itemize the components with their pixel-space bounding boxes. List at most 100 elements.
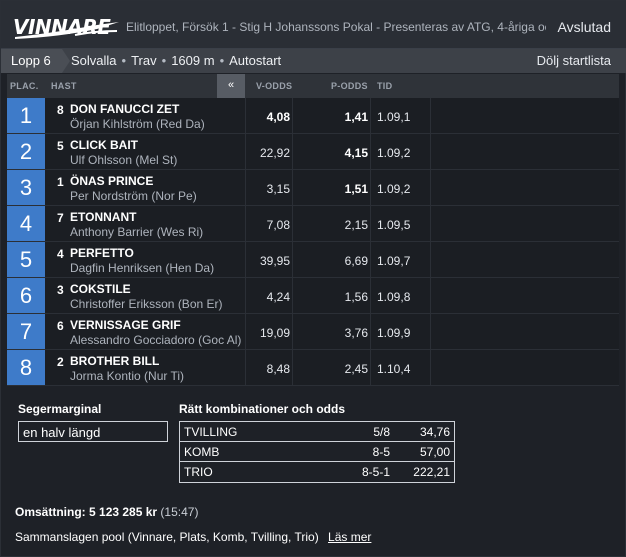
turnover-amount: 5 123 285 kr bbox=[89, 505, 158, 519]
bet-type: TRIO bbox=[184, 465, 213, 479]
separator: • bbox=[219, 53, 225, 68]
logo-swoosh-icon bbox=[15, 22, 119, 39]
horse-name: BROTHER BILL bbox=[70, 354, 160, 368]
p-odds: 1,56 bbox=[292, 278, 370, 313]
col-podds: P-ODDS bbox=[331, 81, 368, 91]
col-tid: TID bbox=[377, 81, 393, 91]
v-odds: 19,09 bbox=[245, 314, 292, 349]
collapse-button[interactable]: « bbox=[217, 74, 245, 98]
p-odds: 1,51 bbox=[292, 170, 370, 205]
results-window: VINNARE Elitloppet, Försök 1 - Stig H Jo… bbox=[0, 0, 626, 557]
table-row[interactable]: 8 2 BROTHER BILL Jorma Kontio (Nur Ti) 8… bbox=[7, 350, 619, 386]
start-number: 8 bbox=[57, 103, 64, 117]
v-odds: 4,08 bbox=[245, 98, 292, 133]
horse-name: CLICK BAIT bbox=[70, 138, 138, 152]
place-badge: 2 bbox=[7, 134, 45, 169]
driver-name: Jorma Kontio (Nur Ti) bbox=[70, 369, 185, 383]
driver-name: Ulf Ohlsson (Mel St) bbox=[70, 153, 178, 167]
bet-type: KOMB bbox=[184, 445, 220, 459]
start-number: 1 bbox=[57, 175, 64, 189]
winning-margin-label: Segermarginal bbox=[18, 402, 102, 416]
place-badge: 3 bbox=[7, 170, 45, 205]
p-odds: 3,76 bbox=[292, 314, 370, 349]
bet-odds: 222,21 bbox=[413, 465, 450, 479]
col-vodds: V-ODDS bbox=[256, 81, 293, 91]
results-summary-panel: Segermarginal en halv längd Rätt kombina… bbox=[7, 388, 619, 488]
driver-name: Christoffer Eriksson (Bon Er) bbox=[70, 297, 223, 311]
start-method: Autostart bbox=[229, 53, 282, 68]
winning-margin-value: en halv längd bbox=[18, 421, 168, 442]
col-plac: PLAC. bbox=[10, 81, 39, 91]
v-odds: 3,15 bbox=[245, 170, 292, 205]
v-odds: 8,48 bbox=[245, 350, 292, 385]
separator: • bbox=[121, 53, 127, 68]
results-header: VINNARE Elitloppet, Försök 1 - Stig H Jo… bbox=[1, 1, 626, 49]
start-number: 2 bbox=[57, 355, 64, 369]
p-odds: 2,15 bbox=[292, 206, 370, 241]
turnover-label: Omsättning: bbox=[15, 505, 86, 519]
bet-type: TVILLING bbox=[184, 425, 238, 439]
race-time: 1.09,2 bbox=[370, 170, 430, 205]
start-number: 4 bbox=[57, 247, 64, 261]
horse-name: VERNISSAGE GRIF bbox=[70, 318, 181, 332]
driver-name: Örjan Kihlström (Red Da) bbox=[70, 117, 205, 131]
table-row[interactable]: 1 8 DON FANUCCI ZET Örjan Kihlström (Red… bbox=[7, 98, 619, 134]
race-time: 1.09,1 bbox=[370, 98, 430, 133]
driver-name: Dagfin Henriksen (Hen Da) bbox=[70, 261, 215, 275]
separator: • bbox=[161, 53, 167, 68]
combinations-label: Rätt kombinationer och odds bbox=[179, 402, 346, 416]
combination-row: TVILLING 5/8 34,76 bbox=[180, 422, 454, 442]
results-table-header: PLAC. HAST « V-ODDS P-ODDS TID bbox=[7, 74, 619, 98]
pool-info: Sammanslagen pool (Vinnare, Plats, Komb,… bbox=[15, 530, 371, 544]
place-badge: 1 bbox=[7, 98, 45, 133]
horse-name: DON FANUCCI ZET bbox=[70, 102, 180, 116]
turnover-time: (15:47) bbox=[160, 505, 199, 519]
v-odds: 22,92 bbox=[245, 134, 292, 169]
bet-combination: 8-5 bbox=[372, 445, 390, 459]
p-odds: 1,41 bbox=[292, 98, 370, 133]
bet-combination: 5/8 bbox=[373, 425, 390, 439]
hide-startlist-button[interactable]: Dölj startlista bbox=[537, 53, 611, 68]
horse-name: ÖNAS PRINCE bbox=[70, 174, 154, 188]
race-info-bar: Lopp 6 Solvalla • Trav • 1609 m • Autostart Dö… bbox=[1, 49, 626, 73]
horse-name: ETONNANT bbox=[70, 210, 137, 224]
place-badge: 8 bbox=[7, 350, 45, 385]
table-row[interactable]: 4 7 ETONNANT Anthony Barrier (Wes Ri) 7,… bbox=[7, 206, 619, 242]
start-number: 6 bbox=[57, 319, 64, 333]
col-hast: HAST bbox=[51, 81, 77, 91]
v-odds: 4,24 bbox=[245, 278, 292, 313]
table-row[interactable]: 7 6 VERNISSAGE GRIF Alessandro Gocciador… bbox=[7, 314, 619, 350]
read-more-link[interactable]: Läs mer bbox=[328, 530, 371, 544]
race-time: 1.10,4 bbox=[370, 350, 430, 385]
p-odds: 4,15 bbox=[292, 134, 370, 169]
start-number: 3 bbox=[57, 283, 64, 297]
table-row[interactable]: 5 4 PERFETTO Dagfin Henriksen (Hen Da) 3… bbox=[7, 242, 619, 278]
table-row[interactable]: 6 3 COKSTILE Christoffer Eriksson (Bon E… bbox=[7, 278, 619, 314]
table-row[interactable]: 3 1 ÖNAS PRINCE Per Nordström (Nor Pe) 3… bbox=[7, 170, 619, 206]
driver-name: Anthony Barrier (Wes Ri) bbox=[70, 225, 204, 239]
place-badge: 6 bbox=[7, 278, 45, 313]
v-odds: 7,08 bbox=[245, 206, 292, 241]
race-description: Elitloppet, Försök 1 - Stig H Johanssons… bbox=[126, 20, 546, 34]
track-name: Solvalla bbox=[71, 53, 117, 68]
race-distance: 1609 m bbox=[171, 53, 215, 68]
race-status: Avslutad bbox=[557, 19, 611, 35]
race-time: 1.09,7 bbox=[370, 242, 430, 277]
place-badge: 5 bbox=[7, 242, 45, 277]
turnover: Omsättning: 5 123 285 kr (15:47) bbox=[15, 505, 198, 519]
p-odds: 2,45 bbox=[292, 350, 370, 385]
race-details: Solvalla • Trav • 1609 m • Autostart bbox=[71, 53, 281, 68]
start-number: 7 bbox=[57, 211, 64, 225]
v-odds: 39,95 bbox=[245, 242, 292, 277]
driver-name: Alessandro Gocciadoro (Goc Al) bbox=[70, 333, 242, 347]
p-odds: 6,69 bbox=[292, 242, 370, 277]
vinnare-logo: VINNARE bbox=[13, 15, 121, 41]
bet-combination: 8-5-1 bbox=[361, 465, 390, 479]
start-number: 5 bbox=[57, 139, 64, 153]
race-time: 1.09,2 bbox=[370, 134, 430, 169]
race-number: Lopp 6 bbox=[1, 49, 62, 73]
race-time: 1.09,5 bbox=[370, 206, 430, 241]
combinations-table: TVILLING 5/8 34,76 KOMB 8-5 57,00 TRIO 8… bbox=[179, 421, 455, 483]
place-badge: 4 bbox=[7, 206, 45, 241]
table-row[interactable]: 2 5 CLICK BAIT Ulf Ohlsson (Mel St) 22,9… bbox=[7, 134, 619, 170]
